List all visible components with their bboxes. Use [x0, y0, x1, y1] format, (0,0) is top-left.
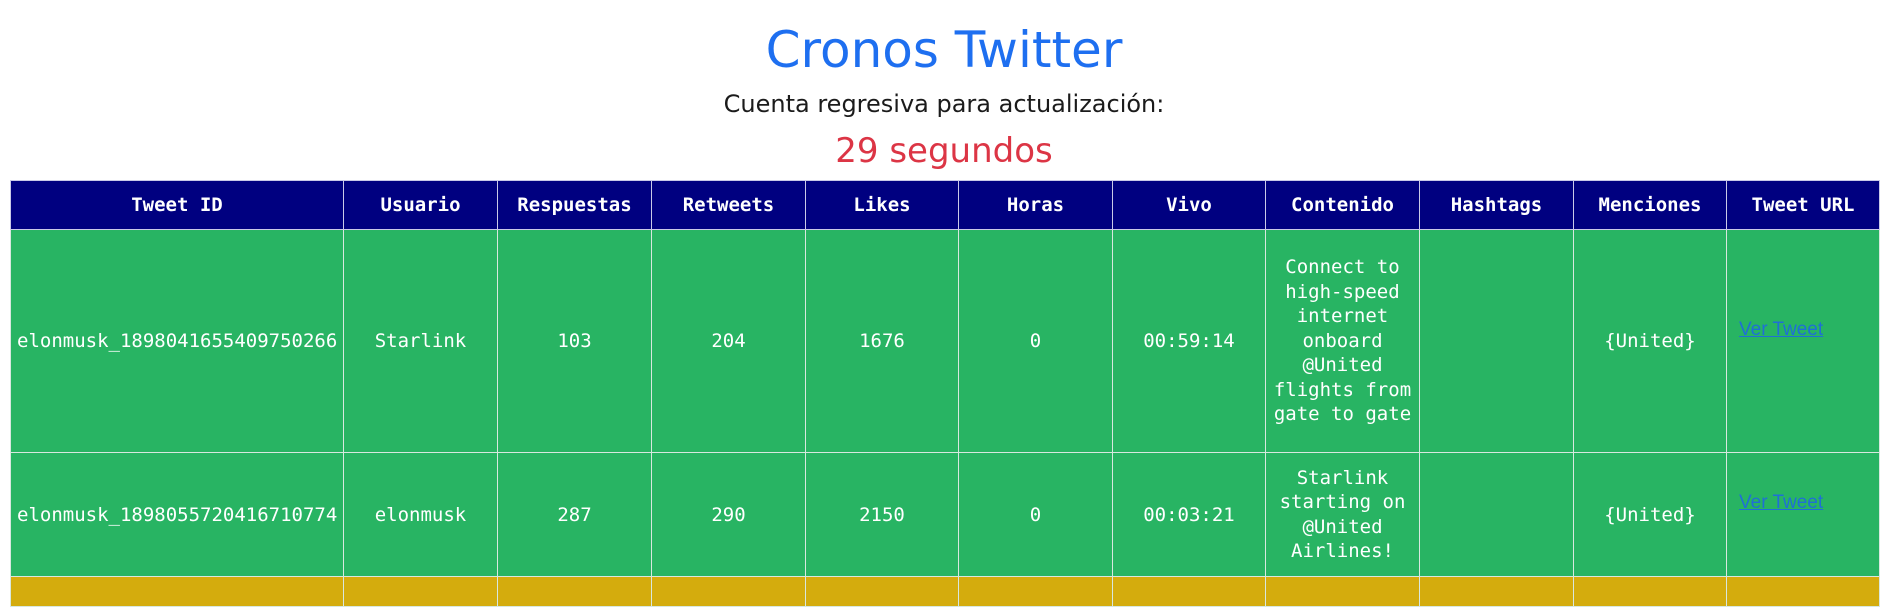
- countdown-label: Cuenta regresiva para actualización:: [723, 90, 1165, 118]
- cell-tweet-id: elonmusk_1898055720416710774: [10, 452, 344, 577]
- table-row: elonmusk_1898041655409750266 Starlink 10…: [10, 229, 1880, 453]
- cell-contenido: Connect to high-speed internet onboard @…: [1265, 229, 1420, 453]
- cell-respuestas: [497, 576, 652, 607]
- column-header-retweets: Retweets: [651, 180, 806, 230]
- countdown-value: 29 segundos: [835, 131, 1053, 171]
- table-row: elonmusk_1898055720416710774 elonmusk 28…: [10, 452, 1880, 577]
- cell-horas: 0: [958, 229, 1113, 453]
- cell-tweet-url: [1726, 576, 1880, 607]
- column-header-horas: Horas: [958, 180, 1113, 230]
- column-header-vivo: Vivo: [1112, 180, 1266, 230]
- column-header-respuestas: Respuestas: [497, 180, 652, 230]
- column-header-contenido: Contenido: [1265, 180, 1420, 230]
- column-header-usuario: Usuario: [343, 180, 498, 230]
- tweets-table: Tweet ID Usuario Respuestas Retweets Lik…: [10, 180, 1880, 607]
- cell-vivo: 00:59:14: [1112, 229, 1266, 453]
- view-tweet-link[interactable]: Ver Tweet: [1739, 319, 1823, 340]
- cell-vivo: 00:03:21: [1112, 452, 1266, 577]
- view-tweet-link[interactable]: Ver Tweet: [1739, 492, 1823, 513]
- cell-usuario: elonmusk: [343, 452, 498, 577]
- cell-contenido: Starlink starting on @United Airlines!: [1265, 452, 1420, 577]
- column-header-likes: Likes: [805, 180, 959, 230]
- cell-respuestas: 103: [497, 229, 652, 453]
- column-header-hashtags: Hashtags: [1419, 180, 1574, 230]
- cell-horas: [958, 576, 1113, 607]
- cell-retweets: 290: [651, 452, 806, 577]
- table-header-row: Tweet ID Usuario Respuestas Retweets Lik…: [10, 180, 1880, 230]
- cell-usuario: [343, 576, 498, 607]
- cell-tweet-id: [10, 576, 344, 607]
- cell-hashtags: [1419, 452, 1574, 577]
- cell-hashtags: [1419, 576, 1574, 607]
- cell-menciones: {United}: [1573, 229, 1727, 453]
- cell-likes: [805, 576, 959, 607]
- table-row: [10, 576, 1880, 607]
- cell-likes: 1676: [805, 229, 959, 453]
- cell-tweet-url: Ver Tweet: [1726, 229, 1880, 453]
- cell-menciones: [1573, 576, 1727, 607]
- cell-horas: 0: [958, 452, 1113, 577]
- cell-contenido: [1265, 576, 1420, 607]
- cell-tweet-id: elonmusk_1898041655409750266: [10, 229, 344, 453]
- cell-hashtags: [1419, 229, 1574, 453]
- cell-likes: 2150: [805, 452, 959, 577]
- cell-respuestas: 287: [497, 452, 652, 577]
- cell-vivo: [1112, 576, 1266, 607]
- cell-retweets: 204: [651, 229, 806, 453]
- cell-menciones: {United}: [1573, 452, 1727, 577]
- page-title: Cronos Twitter: [765, 21, 1123, 79]
- column-header-tweet-url: Tweet URL: [1726, 180, 1880, 230]
- column-header-menciones: Menciones: [1573, 180, 1727, 230]
- cell-tweet-url: Ver Tweet: [1726, 452, 1880, 577]
- cell-retweets: [651, 576, 806, 607]
- cell-usuario: Starlink: [343, 229, 498, 453]
- column-header-tweet-id: Tweet ID: [10, 180, 344, 230]
